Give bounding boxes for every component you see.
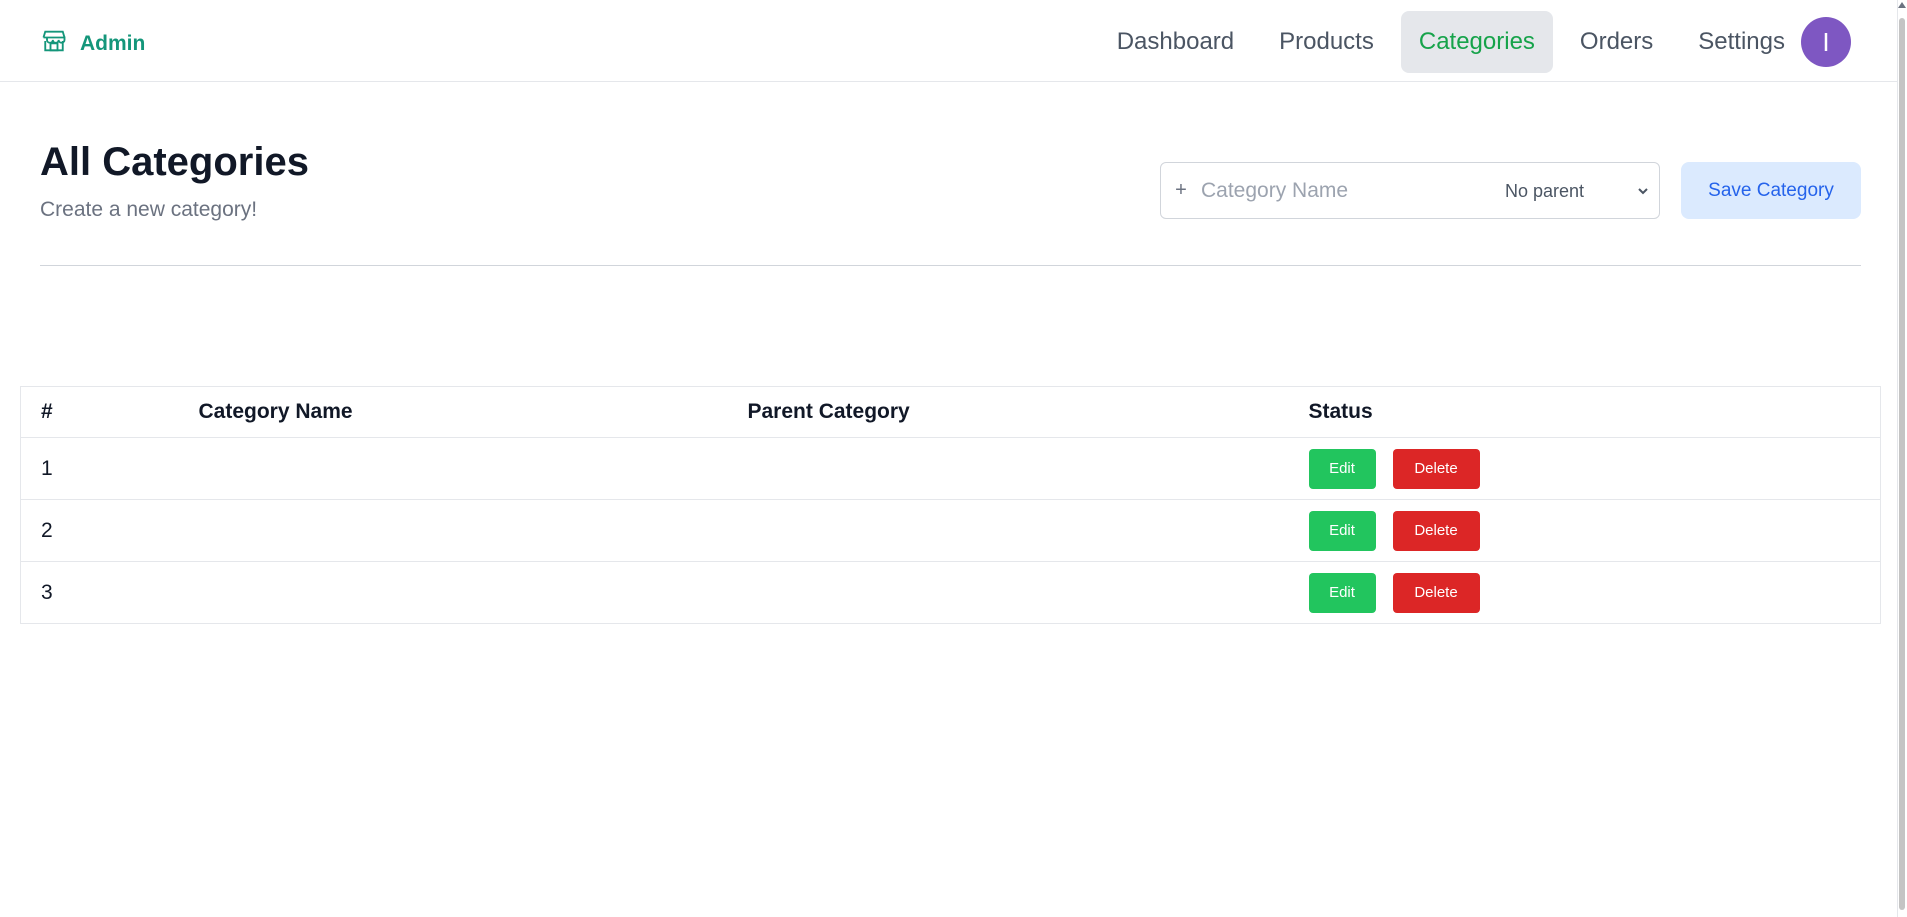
row-category-name	[198, 499, 748, 562]
column-header-parent-category: Parent Category	[747, 386, 1309, 438]
nav-categories[interactable]: Categories	[1400, 11, 1553, 73]
row-number: 3	[20, 561, 199, 624]
column-header-category-name: Category Name	[198, 386, 748, 438]
nav-settings[interactable]: Settings	[1680, 11, 1803, 73]
scroll-up-icon[interactable]	[1898, 2, 1906, 8]
brand-name: Admin	[80, 32, 146, 55]
categories-table: # Category Name Parent Category Status 1…	[20, 386, 1881, 624]
row-number: 2	[20, 499, 199, 562]
delete-button[interactable]: Delete	[1392, 572, 1480, 613]
table-row: 3 Edit Delete	[20, 561, 1881, 624]
row-actions: Edit Delete	[1308, 437, 1881, 500]
nav-dashboard[interactable]: Dashboard	[1099, 11, 1252, 73]
section-divider	[40, 265, 1861, 266]
plus-icon: +	[1175, 179, 1187, 201]
row-actions: Edit Delete	[1308, 499, 1881, 562]
edit-button[interactable]: Edit	[1308, 448, 1376, 489]
row-category-name	[198, 561, 748, 624]
scrollbar-thumb[interactable]	[1899, 18, 1905, 910]
table-row: 1 Edit Delete	[20, 437, 1881, 500]
new-category-form: + No parent	[1160, 162, 1660, 219]
top-navbar: Admin Dashboard Products Categories Orde…	[0, 1, 1897, 82]
page-title: All Categories	[40, 140, 309, 184]
page-subtitle: Create a new category!	[40, 198, 258, 221]
column-header-status: Status	[1308, 386, 1881, 438]
row-parent-category	[747, 499, 1309, 562]
nav-orders[interactable]: Orders	[1562, 11, 1671, 73]
save-category-button[interactable]: Save Category	[1681, 162, 1861, 219]
edit-button[interactable]: Edit	[1308, 510, 1376, 551]
edit-button[interactable]: Edit	[1308, 572, 1376, 613]
category-name-input[interactable]	[1201, 178, 1501, 203]
nav-products[interactable]: Products	[1261, 11, 1392, 73]
row-actions: Edit Delete	[1308, 561, 1881, 624]
table-row: 2 Edit Delete	[20, 499, 1881, 562]
page-scrollbar[interactable]	[1897, 0, 1907, 917]
delete-button[interactable]: Delete	[1392, 448, 1480, 489]
user-avatar[interactable]: I	[1801, 17, 1851, 67]
store-icon	[40, 27, 68, 61]
row-parent-category	[747, 561, 1309, 624]
parent-category-select[interactable]: No parent	[1501, 179, 1651, 202]
row-category-name	[198, 437, 748, 500]
delete-button[interactable]: Delete	[1392, 510, 1480, 551]
row-parent-category	[747, 437, 1309, 500]
main-nav: Dashboard Products Categories Orders Set…	[1090, 11, 1803, 73]
table-header-row: # Category Name Parent Category Status	[20, 386, 1881, 438]
column-header-number: #	[20, 386, 199, 438]
brand-logo[interactable]: Admin	[40, 27, 145, 61]
row-number: 1	[20, 437, 199, 500]
